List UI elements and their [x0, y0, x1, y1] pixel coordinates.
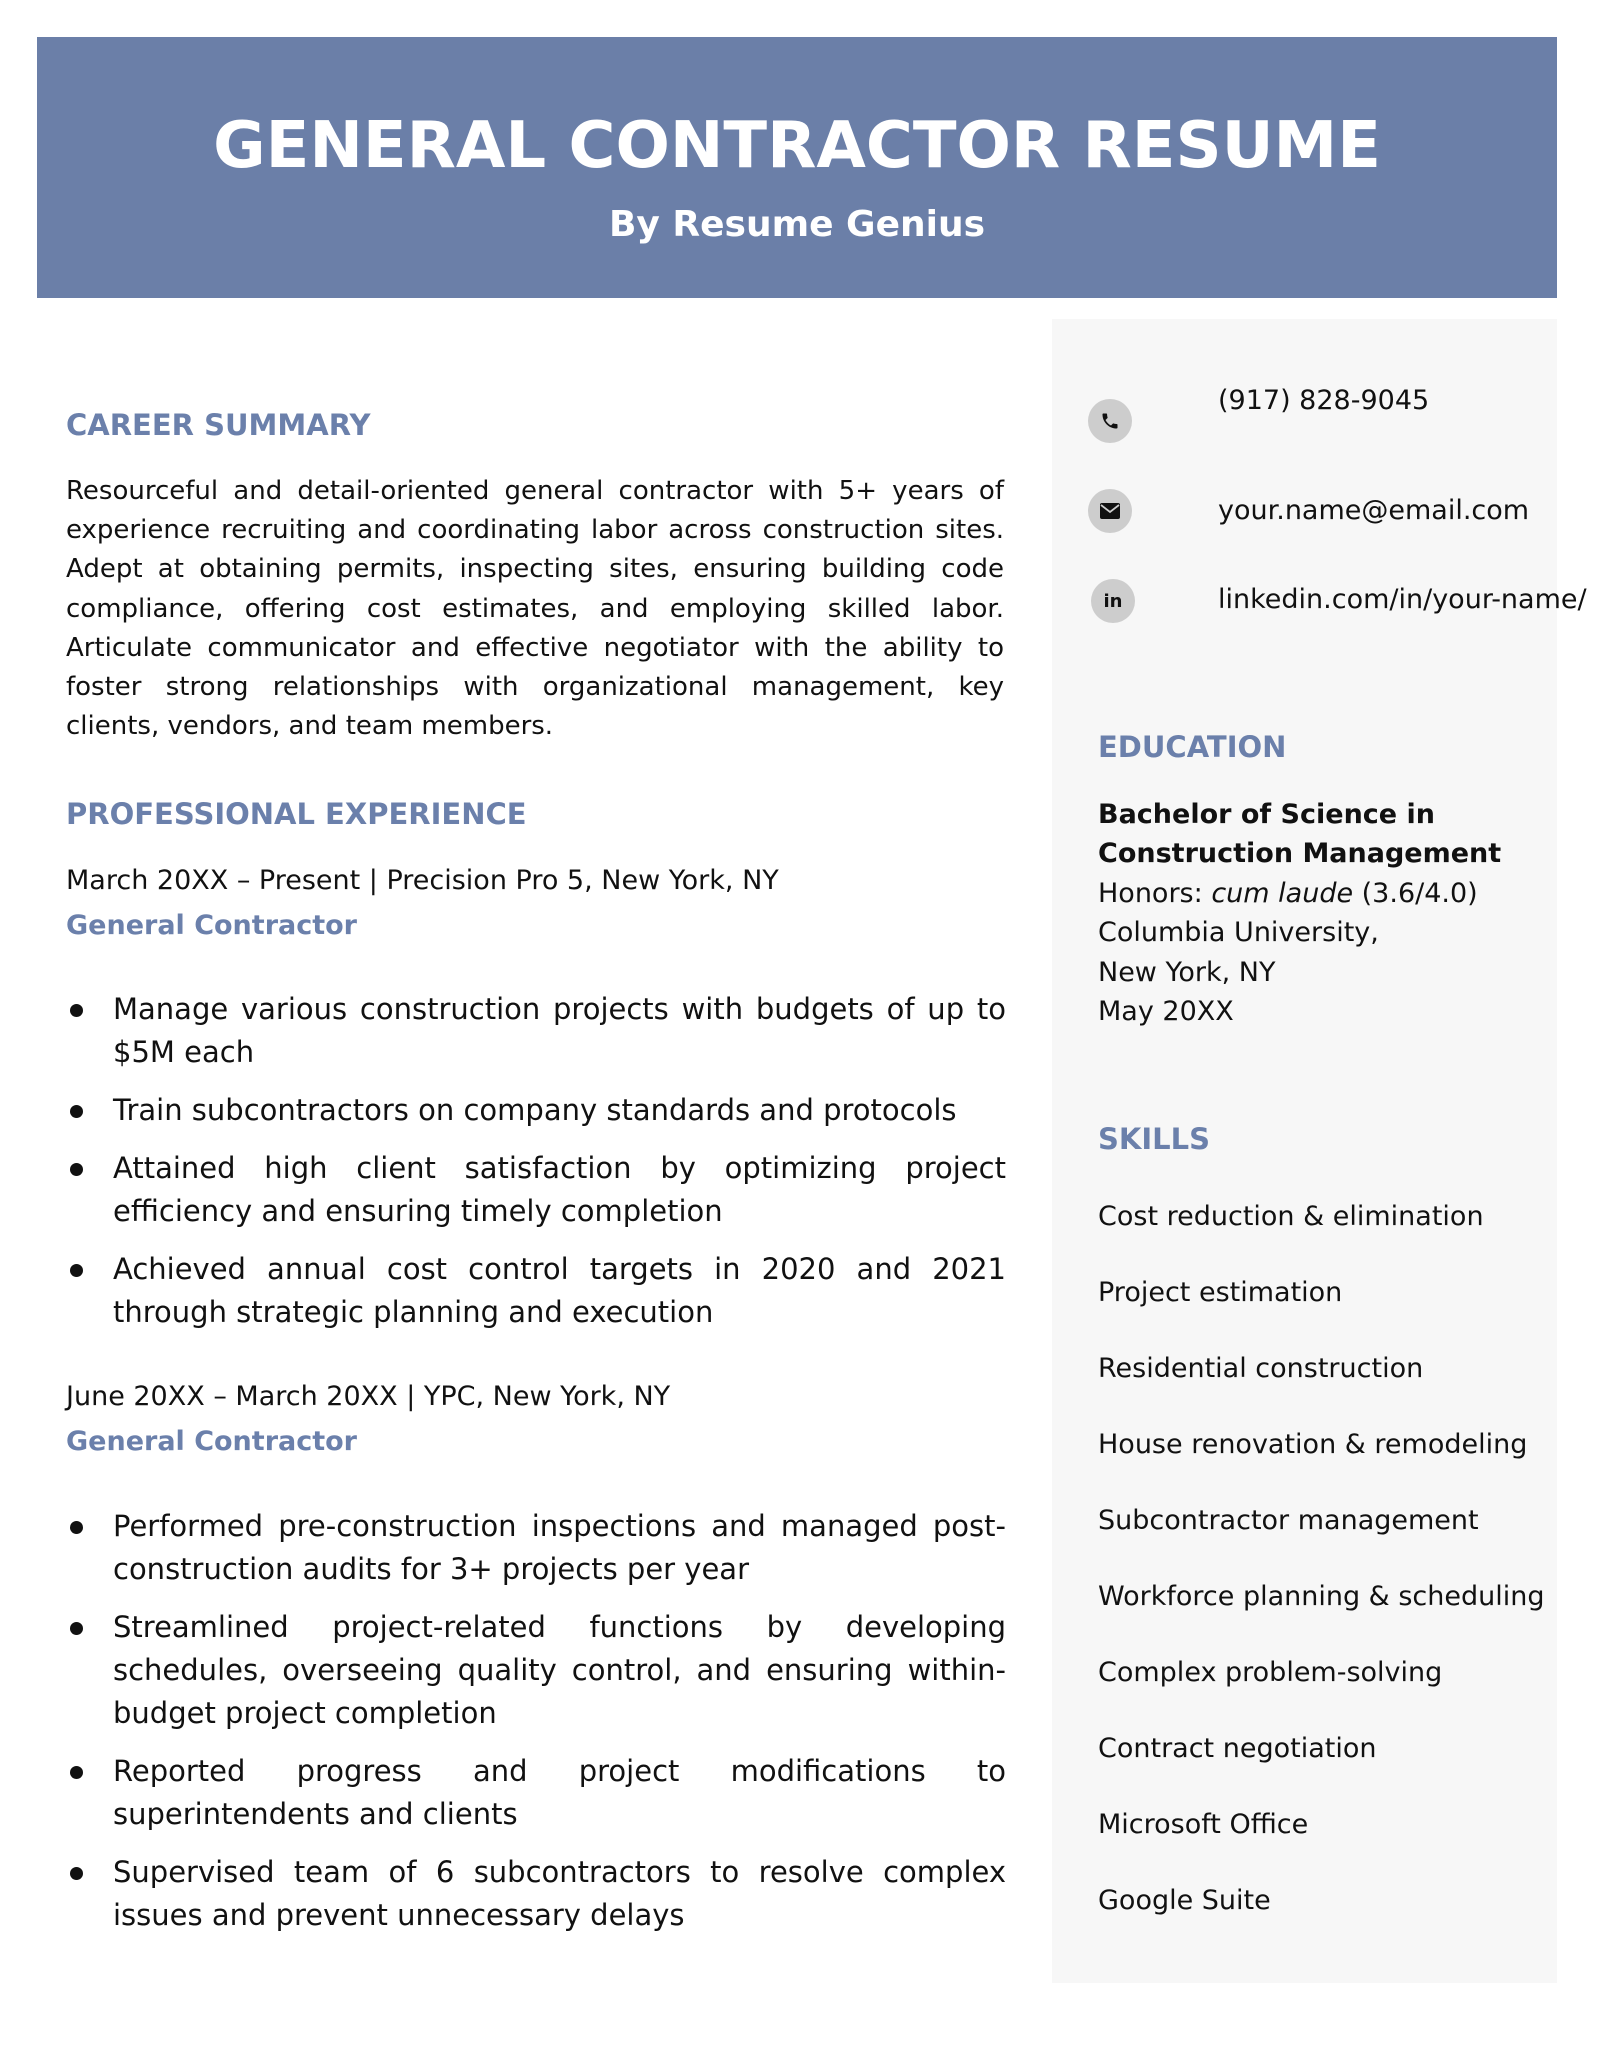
list-item: Train subcontractors on company standard… — [66, 1089, 1006, 1132]
job-2-title: General Contractor — [66, 1426, 358, 1457]
list-item: Streamlined project-related functions by… — [66, 1606, 1006, 1735]
sidebar: (917) 828-9045 your.name@email.com in li… — [1052, 319, 1587, 1983]
bullet-icon — [70, 1766, 83, 1779]
resume-title: GENERAL CONTRACTOR RESUME — [213, 109, 1381, 183]
degree-line-1: Bachelor of Science in — [1098, 799, 1435, 830]
list-item: Manage various construction projects wit… — [66, 988, 1006, 1074]
education-entry: Bachelor of Science in Construction Mana… — [1098, 795, 1538, 1031]
bullet-text: Streamlined project-related functions by… — [113, 1610, 1006, 1730]
bullet-icon — [70, 1264, 83, 1277]
experience-heading: PROFESSIONAL EXPERIENCE — [66, 797, 527, 831]
list-item: Attained high client satisfaction by opt… — [66, 1147, 1006, 1233]
gpa: (3.6/4.0) — [1353, 877, 1478, 909]
graduation-date: May 20XX — [1098, 996, 1234, 1028]
honors: Honors: cum laude (3.6/4.0) — [1098, 874, 1538, 913]
skill-item: Subcontractor management — [1098, 1505, 1479, 1536]
skill-item: Workforce planning & scheduling — [1098, 1581, 1545, 1612]
bullet-icon — [70, 1867, 83, 1880]
skill-item: Contract negotiation — [1098, 1733, 1377, 1764]
email-icon — [1088, 489, 1132, 533]
resume-header: GENERAL CONTRACTOR RESUME By Resume Geni… — [37, 37, 1557, 298]
career-summary-text: Resourceful and detail-oriented general … — [66, 476, 1004, 742]
job-2-bullets: Performed pre-construction inspections a… — [66, 1505, 1006, 1952]
bullet-text: Achieved annual cost control targets in … — [113, 1252, 1006, 1329]
list-item: Supervised team of 6 subcontractors to r… — [66, 1851, 1006, 1937]
bullet-icon — [70, 1105, 83, 1118]
list-item: Reported progress and project modificati… — [66, 1750, 1006, 1836]
skills-list: Cost reduction & elimination Project est… — [1098, 1199, 1544, 1959]
skill-item: House renovation & remodeling — [1098, 1429, 1528, 1460]
job-1-meta: March 20XX – Present | Precision Pro 5, … — [66, 865, 779, 896]
phone-text[interactable]: (917) 828-9045 — [1218, 383, 1429, 419]
skill-item: Complex problem-solving — [1098, 1657, 1443, 1688]
skill-item: Project estimation — [1098, 1277, 1343, 1308]
job-2-meta: June 20XX – March 20XX | YPC, New York, … — [66, 1381, 671, 1412]
bullet-icon — [70, 1622, 83, 1635]
email-text[interactable]: your.name@email.com — [1218, 493, 1529, 529]
skill-item: Microsoft Office — [1098, 1809, 1309, 1840]
honors-value: cum laude — [1211, 877, 1354, 909]
phone-icon — [1088, 399, 1132, 443]
school-location: New York, NY — [1098, 956, 1276, 988]
job-1-title: General Contractor — [66, 910, 358, 941]
skills-heading: SKILLS — [1098, 1122, 1210, 1156]
bullet-text: Supervised team of 6 subcontractors to r… — [113, 1855, 1006, 1932]
bullet-icon — [70, 1163, 83, 1176]
skill-item: Cost reduction & elimination — [1098, 1201, 1484, 1232]
linkedin-text[interactable]: linkedin.com/in/your-name/ — [1218, 582, 1587, 618]
job-1-bullets: Manage various construction projects wit… — [66, 988, 1006, 1349]
bullet-icon — [70, 1521, 83, 1534]
bullet-text: Manage various construction projects wit… — [113, 992, 1006, 1069]
honors-label: Honors: — [1098, 877, 1212, 909]
skill-item: Residential construction — [1098, 1353, 1424, 1384]
bullet-text: Train subcontractors on company standard… — [113, 1093, 957, 1127]
contact-linkedin: in linkedin.com/in/your-name/ — [1088, 579, 1587, 623]
bullet-text: Reported progress and project modificati… — [113, 1754, 1006, 1831]
linkedin-icon: in — [1091, 579, 1135, 623]
bullet-icon — [70, 1004, 83, 1017]
school: Columbia University, — [1098, 917, 1379, 949]
education-heading: EDUCATION — [1098, 730, 1287, 764]
contact-phone: (917) 828-9045 — [1088, 385, 1429, 443]
career-summary-heading: CAREER SUMMARY — [66, 408, 371, 442]
list-item: Achieved annual cost control targets in … — [66, 1248, 1006, 1334]
contact-email: your.name@email.com — [1088, 489, 1529, 533]
skill-item: Google Suite — [1098, 1885, 1271, 1916]
bullet-text: Performed pre-construction inspections a… — [113, 1509, 1006, 1586]
list-item: Performed pre-construction inspections a… — [66, 1505, 1006, 1591]
degree-line-2: Construction Management — [1098, 838, 1502, 870]
resume-subtitle: By Resume Genius — [608, 204, 986, 245]
bullet-text: Attained high client satisfaction by opt… — [113, 1151, 1006, 1228]
